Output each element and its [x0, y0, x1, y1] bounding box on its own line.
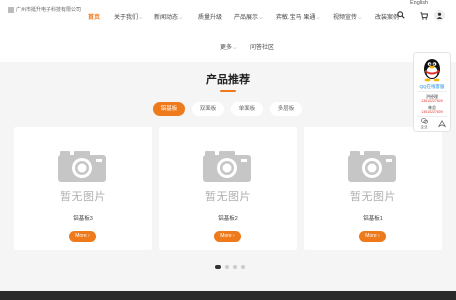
- nav-video[interactable]: 视频宣传⌵: [333, 12, 361, 21]
- carousel-pagination: [215, 265, 245, 269]
- title-underline: [220, 90, 236, 92]
- tab-multilayer[interactable]: 多层板: [270, 102, 302, 116]
- nav-products[interactable]: 产品展示⌵: [234, 12, 262, 21]
- logo-text: 广州市挺升电子科技有限公司: [16, 7, 82, 13]
- nav-quality[interactable]: 质量升级: [198, 12, 222, 21]
- divider: [417, 91, 447, 92]
- chevron-down-icon: ⌵: [316, 15, 320, 20]
- chevron-down-icon: ⌵: [358, 15, 362, 20]
- nav-qa[interactable]: 问答社区: [250, 42, 274, 51]
- nav-cases[interactable]: 改装案例: [375, 12, 399, 21]
- nav-home[interactable]: 首页: [88, 12, 100, 21]
- back-to-top-button[interactable]: [433, 120, 451, 134]
- product-name[interactable]: 铝基板2: [159, 214, 297, 222]
- carousel-dot[interactable]: [225, 265, 229, 269]
- tab-aluminum[interactable]: 铝基板: [153, 102, 185, 116]
- user-icon[interactable]: [434, 10, 445, 21]
- chevron-down-icon: ⌵: [259, 15, 263, 20]
- broken-image-icon: [8, 6, 14, 13]
- camera-placeholder-icon: [348, 151, 396, 182]
- contact-phone[interactable]: 13510227609: [414, 99, 450, 103]
- camera-placeholder-icon: [203, 151, 251, 182]
- tab-single-sided[interactable]: 单面板: [231, 102, 263, 116]
- product-card[interactable]: 暂无图片 铝基板2 More ›: [159, 127, 297, 250]
- no-image-text: 暂无图片: [60, 191, 106, 203]
- product-card[interactable]: 暂无图片 铝基板1 More ›: [304, 127, 442, 250]
- chevron-down-icon: ⌵: [139, 15, 143, 20]
- chevron-down-icon: ⌵: [179, 15, 183, 20]
- nav-news[interactable]: 新闻动态⌵: [154, 12, 182, 21]
- customer-service-panel: QQ在线客服 洪经理 13510227609 林总 13510227609 企业: [413, 52, 451, 132]
- site-logo[interactable]: 广州市挺升电子科技有限公司: [8, 6, 81, 13]
- no-image-text: 暂无图片: [205, 191, 251, 203]
- nav-brands[interactable]: 弈敏.宝马 果通⌵: [276, 12, 320, 21]
- wechat-label: 企业: [420, 125, 428, 129]
- contact-phone[interactable]: 13510227609: [414, 110, 450, 114]
- product-name[interactable]: 铝基板1: [304, 214, 442, 222]
- carousel-dot[interactable]: [215, 265, 221, 269]
- product-name[interactable]: 铝基板3: [14, 214, 152, 222]
- more-button[interactable]: More ›: [359, 231, 386, 242]
- more-button[interactable]: More ›: [69, 231, 96, 242]
- qq-penguin-icon[interactable]: [421, 56, 443, 82]
- nav-more[interactable]: 更多⌵: [220, 42, 236, 51]
- camera-placeholder-icon: [58, 151, 106, 182]
- footer: [0, 291, 456, 300]
- search-icon[interactable]: [397, 11, 405, 19]
- wechat-button[interactable]: 企业: [415, 118, 433, 132]
- back-to-top-icon: [437, 120, 447, 128]
- tab-double-sided[interactable]: 双面板: [192, 102, 224, 116]
- language-switch[interactable]: English: [410, 0, 428, 6]
- cart-icon[interactable]: [418, 10, 429, 21]
- carousel-dot[interactable]: [241, 265, 245, 269]
- qq-service-title[interactable]: QQ在线客服: [414, 84, 450, 90]
- site-header: 广州市挺升电子科技有限公司 English 首页 关于我们⌵ 新闻动态⌵ 质量升…: [0, 0, 456, 62]
- no-image-text: 暂无图片: [350, 191, 396, 203]
- chevron-down-icon: ⌵: [233, 45, 237, 50]
- carousel-dot[interactable]: [233, 265, 237, 269]
- section-title: 产品推荐: [206, 74, 250, 86]
- wechat-icon: [420, 118, 428, 124]
- more-button[interactable]: More ›: [214, 231, 241, 242]
- product-card[interactable]: 暂无图片 铝基板3 More ›: [14, 127, 152, 250]
- nav-about[interactable]: 关于我们⌵: [114, 12, 142, 21]
- divider: [417, 116, 447, 117]
